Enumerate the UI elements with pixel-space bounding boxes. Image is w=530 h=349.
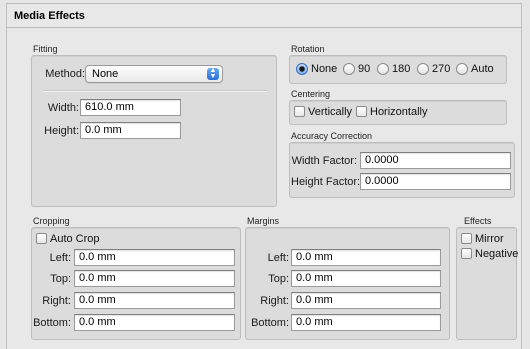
method-select-value: None: [92, 68, 119, 80]
vertically-checkbox[interactable]: [294, 106, 305, 117]
crop-left-label: Left:: [49, 252, 71, 264]
fitting-group-label: Fitting: [33, 44, 58, 54]
crop-right-label: Right:: [42, 295, 71, 307]
crop-bottom-field[interactable]: 0.0 mm: [74, 314, 235, 331]
width-factor-label: Width Factor:: [291, 155, 357, 167]
rotation-radio-90[interactable]: [343, 63, 355, 75]
rotation-radio-none[interactable]: [296, 63, 308, 75]
rotation-label-90: 90: [358, 63, 371, 75]
vertically-label: Vertically: [308, 106, 353, 118]
margin-bottom-label: Bottom:: [251, 317, 289, 329]
cropping-group-label: Cropping: [33, 216, 70, 226]
crop-bottom-label: Bottom:: [33, 317, 71, 329]
rotation-group-label: Rotation: [291, 44, 325, 54]
margin-left-field[interactable]: 0.0 mm: [291, 249, 441, 266]
media-effects-panel: Media Effects Fitting Method: None ▲ ▼ Wi…: [6, 3, 522, 349]
rotation-radio-270[interactable]: [417, 63, 429, 75]
accuracy-group-label: Accuracy Correction: [291, 131, 373, 141]
horizontally-label: Horizontally: [370, 106, 428, 118]
crop-right-field[interactable]: 0.0 mm: [74, 292, 235, 309]
rotation-label-180: 180: [392, 63, 411, 75]
rotation-label-auto: Auto: [471, 63, 494, 75]
horizontally-checkbox[interactable]: [356, 106, 367, 117]
margins-group-label: Margins: [247, 216, 280, 226]
margin-top-field[interactable]: 0.0 mm: [291, 270, 441, 287]
margin-left-label: Left:: [267, 252, 289, 264]
mirror-label: Mirror: [475, 233, 504, 245]
width-field[interactable]: 610.0 mm: [80, 99, 181, 116]
centering-group-label: Centering: [291, 89, 331, 99]
title-divider: [7, 27, 521, 28]
crop-top-field[interactable]: 0.0 mm: [74, 270, 235, 287]
effects-group-label: Effects: [464, 216, 492, 226]
method-label: Method:: [45, 68, 85, 80]
method-select[interactable]: None ▲ ▼: [85, 65, 223, 83]
fitting-separator: [43, 90, 267, 92]
height-field[interactable]: 0.0 mm: [80, 122, 181, 139]
rotation-radio-auto[interactable]: [456, 63, 468, 75]
margin-bottom-field[interactable]: 0.0 mm: [291, 314, 441, 331]
negative-label: Negative: [475, 248, 519, 260]
auto-crop-label: Auto Crop: [50, 233, 100, 245]
up-down-arrows-icon: ▲ ▼: [207, 67, 219, 80]
mirror-checkbox[interactable]: [461, 233, 472, 244]
height-label: Height:: [44, 125, 79, 137]
crop-top-label: Top:: [50, 273, 71, 285]
rotation-label-270: 270: [432, 63, 451, 75]
crop-left-field[interactable]: 0.0 mm: [74, 249, 235, 266]
width-factor-field[interactable]: 0.0000: [360, 152, 511, 169]
rotation-radio-180[interactable]: [377, 63, 389, 75]
height-factor-label: Height Factor:: [291, 176, 361, 188]
rotation-label-none: None: [311, 63, 338, 75]
margin-right-field[interactable]: 0.0 mm: [291, 292, 441, 309]
height-factor-field[interactable]: 0.0000: [360, 173, 511, 190]
auto-crop-checkbox[interactable]: [36, 233, 47, 244]
margin-top-label: Top:: [268, 273, 289, 285]
panel-title: Media Effects: [14, 10, 85, 22]
margin-right-label: Right:: [260, 295, 289, 307]
negative-checkbox[interactable]: [461, 248, 472, 259]
width-label: Width:: [47, 102, 79, 114]
